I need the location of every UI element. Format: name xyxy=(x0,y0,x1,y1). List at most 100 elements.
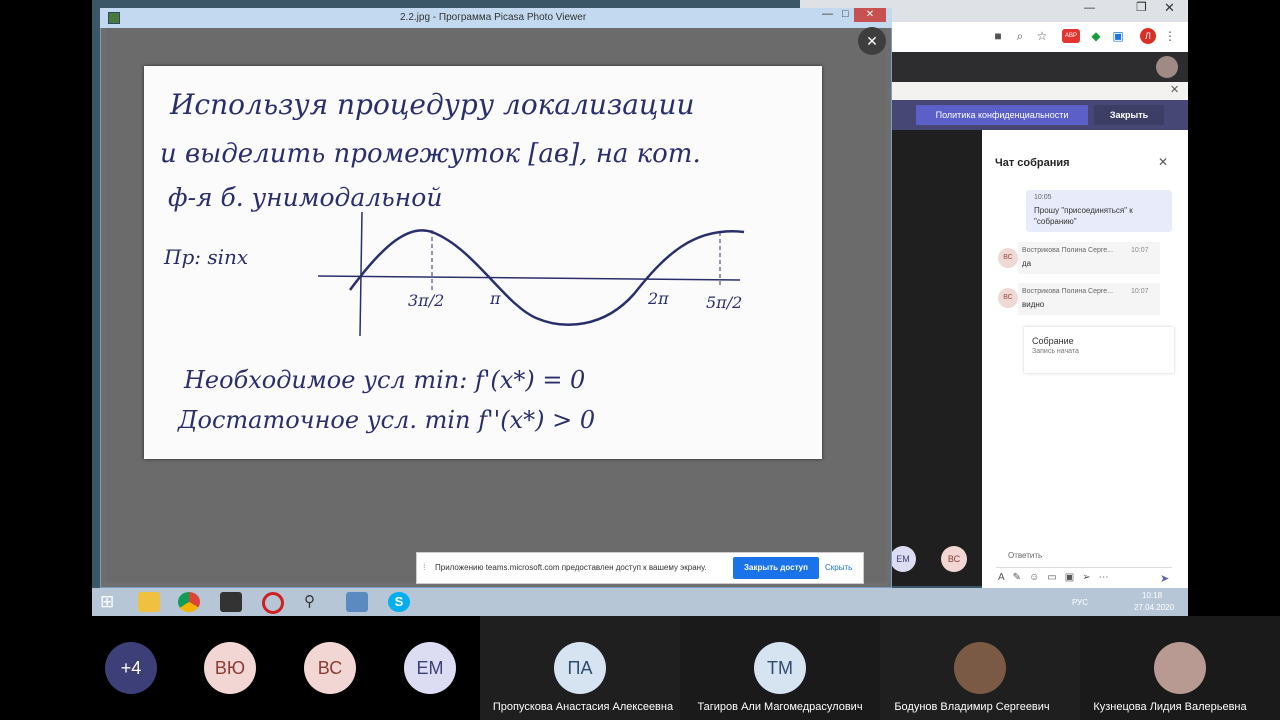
meeting-card[interactable]: Собрание Запись начата xyxy=(1024,327,1174,373)
file-explorer-icon[interactable] xyxy=(138,592,160,612)
restore-icon[interactable]: ❐ xyxy=(1136,0,1147,14)
tick-label: 5π/2 xyxy=(706,293,742,312)
photo-line-1: Используя процедуру локализации xyxy=(169,88,695,121)
camera-icon[interactable]: ■ xyxy=(990,28,1006,44)
stop-sharing-button[interactable]: Закрыть доступ xyxy=(733,557,819,579)
message-time: 10:05 xyxy=(1034,194,1052,201)
zoom-icon[interactable]: ⌕ xyxy=(1012,28,1028,44)
viewer-close-icon[interactable]: ✕ xyxy=(858,27,886,55)
photo-canvas: Используя процедуру локализации и выдели… xyxy=(160,88,745,434)
extension-blue-icon[interactable]: ▣ xyxy=(1110,28,1126,44)
handwritten-photo: Используя процедуру локализации и выдели… xyxy=(144,66,822,459)
meeting-stage xyxy=(890,130,982,586)
side-avatar: ВС xyxy=(941,546,967,572)
bookmark-star-icon[interactable]: ☆ xyxy=(1034,28,1050,44)
extension-green-icon[interactable]: ◆ xyxy=(1088,28,1104,44)
message-text: Прошу "присоединяться" к "собранию" xyxy=(1034,206,1133,226)
message-time: 10:07 xyxy=(1131,288,1149,295)
participant-photo[interactable] xyxy=(1154,642,1206,694)
close-icon[interactable]: ✕ xyxy=(1170,83,1179,96)
condition-1: Необходимое усл min: f'(x*) = 0 xyxy=(183,366,585,394)
maximize-icon[interactable]: □ xyxy=(842,8,849,20)
drag-handle-icon[interactable]: ⁞ xyxy=(423,562,426,572)
meeting-card-subtitle: Запись начата xyxy=(1032,348,1079,355)
language-indicator[interactable]: РУС xyxy=(1072,598,1088,607)
privacy-policy-button[interactable]: Политика конфиденциальности xyxy=(916,105,1088,125)
participant-avatar[interactable]: ЕМ xyxy=(404,642,456,694)
photo-line-2: и выделить промежуток [ав], на кот. xyxy=(160,139,701,169)
minimize-icon[interactable]: — xyxy=(822,8,833,20)
tick-label: 3π/2 xyxy=(408,291,444,310)
share-message: Приложению teams.microsoft.com предостав… xyxy=(435,563,707,572)
condition-2: Достаточное усл. min f''(x*) > 0 xyxy=(177,406,595,434)
message-text: видно xyxy=(1022,300,1045,309)
opera-icon[interactable] xyxy=(262,592,284,614)
chat-message: Вострикова Полина Серге... 10:07 да xyxy=(1018,242,1160,274)
reply-box[interactable]: Ответить xyxy=(996,543,1172,568)
message-text: да xyxy=(1022,259,1032,268)
tick-label: π xyxy=(489,289,501,308)
tick-label: 2π xyxy=(647,289,669,308)
sticker-icon[interactable]: ▣ xyxy=(1065,572,1082,583)
side-avatar: ЕМ xyxy=(890,546,916,572)
participant-avatar[interactable]: ВС xyxy=(304,642,356,694)
close-icon[interactable]: ✕ xyxy=(854,8,886,22)
message-author: Вострикова Полина Серге... xyxy=(1022,288,1114,295)
praise-icon[interactable]: ➢ xyxy=(1082,572,1098,583)
photo-example: Пр: sinx xyxy=(163,245,248,269)
attach-icon[interactable]: ✎ xyxy=(1013,572,1029,583)
participant-avatar[interactable]: ПА xyxy=(554,642,606,694)
clock-date[interactable]: 27.04.2020 xyxy=(1134,603,1174,612)
participant-name: Тагиров Али Магомедрасулович xyxy=(697,701,863,713)
reply-placeholder: Ответить xyxy=(1008,551,1043,560)
chat-close-icon[interactable]: ✕ xyxy=(1158,155,1168,169)
gallery-left-margin xyxy=(0,0,92,616)
compose-toolbar[interactable]: A✎☺▭▣➢⋯ xyxy=(998,572,1117,583)
chat-message: Вострикова Полина Серге... 10:07 видно xyxy=(1018,283,1160,315)
meeting-card-title: Собрание xyxy=(1032,336,1074,346)
windows-taskbar: РУС 10:18 27.04.2020 xyxy=(92,588,1188,616)
participant-avatar[interactable]: ВЮ xyxy=(204,642,256,694)
send-icon[interactable]: ➤ xyxy=(1160,572,1169,585)
app-icon[interactable] xyxy=(220,592,242,612)
chat-title: Чат собрания xyxy=(995,157,1070,169)
clock-time[interactable]: 10:18 xyxy=(1142,591,1162,600)
emoji-icon[interactable]: ☺ xyxy=(1029,572,1047,583)
overflow-participants-avatar[interactable]: +4 xyxy=(105,642,157,694)
participant-name: Пропускова Анастасия Алексеевна xyxy=(492,701,674,713)
participant-name: Бодунов Владимир Сергеевич xyxy=(894,701,1050,713)
picasa-icon[interactable] xyxy=(346,592,368,612)
banner-close-button[interactable]: Закрыть xyxy=(1094,105,1164,125)
more-icon[interactable]: ⋯ xyxy=(1099,572,1117,583)
adblock-icon[interactable]: ABP xyxy=(1062,29,1080,43)
chrome-menu-icon[interactable]: ⋮ xyxy=(1162,28,1178,44)
photo-line-3: ф-я б. унимодальной xyxy=(168,183,442,212)
user-avatar[interactable] xyxy=(1156,56,1178,78)
participant-name: Кузнецова Лидия Валерьевна xyxy=(1093,701,1247,713)
message-author: Вострикова Полина Серге... xyxy=(1022,247,1114,254)
close-icon[interactable]: ✕ xyxy=(1164,0,1175,16)
message-avatar: ВС xyxy=(998,248,1018,268)
message-time: 10:07 xyxy=(1131,247,1149,254)
profile-avatar[interactable]: Л xyxy=(1140,28,1156,44)
picasa-titlebar: 2.2.jpg - Программа Picasa Photo Viewer … xyxy=(100,8,892,28)
minimize-icon[interactable]: — xyxy=(1084,2,1095,14)
format-icon[interactable]: A xyxy=(998,572,1013,583)
skype-icon[interactable]: S xyxy=(388,592,410,612)
participant-photo[interactable] xyxy=(954,642,1006,694)
meeting-chat-panel: Чат собрания ✕ 10:05 Прошу "присоединять… xyxy=(982,130,1188,616)
tool-icon[interactable]: ⚲ xyxy=(304,592,315,610)
gif-icon[interactable]: ▭ xyxy=(1047,572,1064,583)
screen-share-notice: ⁞ Приложению teams.microsoft.com предост… xyxy=(416,552,864,584)
participant-avatar[interactable]: ТМ xyxy=(754,642,806,694)
message-avatar: ВС xyxy=(998,288,1018,308)
hide-button[interactable]: Скрыть xyxy=(825,563,852,572)
app-icon xyxy=(108,12,120,24)
gallery-right-margin xyxy=(1188,0,1280,616)
windows-start-icon[interactable]: ⊞ xyxy=(100,592,114,612)
x-axis xyxy=(317,275,741,281)
teams-notice-strip: ✕ xyxy=(890,82,1188,101)
window-title: 2.2.jpg - Программа Picasa Photo Viewer xyxy=(400,12,587,23)
chrome-icon[interactable] xyxy=(178,592,200,612)
own-message: 10:05 Прошу "присоединяться" к "собранию… xyxy=(1026,190,1172,232)
